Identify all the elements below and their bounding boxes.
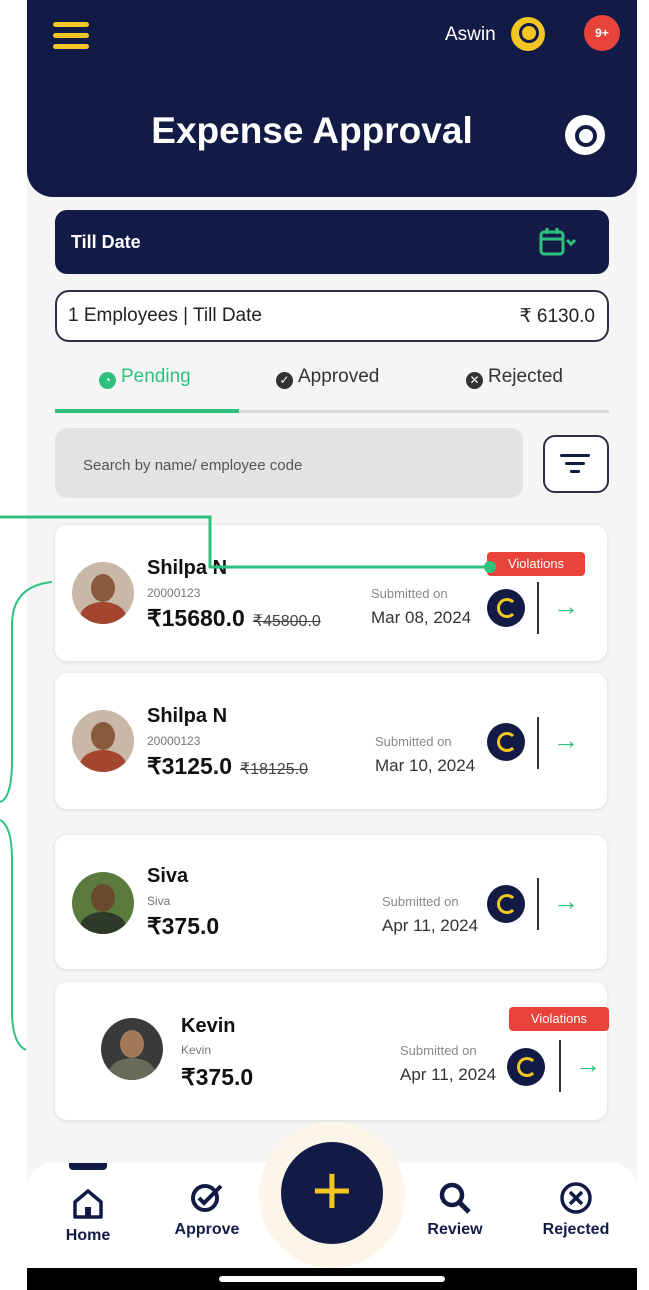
home-active-indicator <box>69 1163 107 1170</box>
expense-amount: ₹15680.0 ₹45800.0 <box>147 605 321 632</box>
avatar <box>72 710 134 772</box>
nav-home-label: Home <box>65 1227 111 1244</box>
summary-total: ₹ 6130.0 <box>519 306 595 327</box>
tab-rejected[interactable]: ✕ Rejected <box>466 366 563 389</box>
divider <box>537 582 539 634</box>
submitted-date: Mar 08, 2024 <box>371 608 472 627</box>
employee-name: Shilpa N <box>147 705 228 727</box>
add-button[interactable]: + <box>281 1142 383 1244</box>
clock-icon: ◔ <box>99 372 116 389</box>
search-icon <box>439 1182 471 1214</box>
employee-code: 20000123 <box>147 586 201 600</box>
gesture-handle[interactable] <box>219 1276 445 1282</box>
filter-icon-line <box>570 470 580 473</box>
submitted-date: Mar 10, 2024 <box>375 756 476 775</box>
violations-badge[interactable]: Violations <box>509 1007 609 1031</box>
amount-value: ₹3125.0 <box>147 753 232 779</box>
amount-value: ₹15680.0 <box>147 605 245 631</box>
employee-name: Shilpa N <box>147 557 228 579</box>
history-icon[interactable] <box>487 589 525 627</box>
avatar <box>101 1018 163 1080</box>
user-profile-icon[interactable] <box>511 17 545 51</box>
tab-active-indicator <box>55 409 239 413</box>
submitted-label: Submitted on <box>371 586 448 601</box>
submitted-label: Submitted on <box>375 734 452 749</box>
nav-approve-label: Approve <box>174 1221 240 1238</box>
x-circle-icon <box>560 1182 592 1214</box>
submitted-label: Submitted on <box>400 1043 477 1058</box>
submitted-label: Submitted on <box>382 894 459 909</box>
expense-card[interactable]: Kevin Kevin ₹375.0 Submitted on Apr 11, … <box>55 982 609 1120</box>
filter-icon <box>560 454 590 457</box>
expense-card[interactable]: Shilpa N 20000123 ₹3125.0 ₹18125.0 Submit… <box>55 673 607 809</box>
check-circle-icon: ✓ <box>276 372 293 389</box>
expense-card[interactable]: Siva Siva ₹375.0 Submitted on Apr 11, 20… <box>55 835 607 969</box>
tab-approved-label: Approved <box>298 366 380 387</box>
status-tabs: ◔ Pending ✓ Approved ✕ Rejected <box>55 360 609 416</box>
notification-badge[interactable]: 9+ <box>584 15 620 51</box>
search-placeholder: Search by name/ employee code <box>83 457 303 474</box>
date-filter-label: Till Date <box>71 232 141 252</box>
app-screen: Aswin 9+ Expense Approval Till Date 1 Em… <box>27 0 637 1290</box>
submitted-date: Apr 11, 2024 <box>382 916 479 935</box>
arrow-right-icon[interactable]: → <box>553 725 579 756</box>
nav-review-label: Review <box>427 1221 483 1238</box>
employee-code: Kevin <box>181 1043 212 1057</box>
nav-rejected[interactable]: Rejected <box>531 1181 621 1239</box>
original-amount: ₹45800.0 <box>252 613 321 630</box>
page-title: Expense Approval <box>151 110 473 151</box>
employee-code: 20000123 <box>147 734 201 748</box>
menu-icon[interactable] <box>53 22 91 50</box>
nav-home[interactable]: Home <box>57 1187 119 1245</box>
date-filter-dropdown[interactable]: Till Date <box>55 210 609 274</box>
tab-pending[interactable]: ◔ Pending <box>99 366 191 389</box>
divider <box>559 1040 561 1092</box>
search-input[interactable]: Search by name/ employee code <box>55 428 523 498</box>
tab-underline <box>55 409 609 413</box>
original-amount: ₹18125.0 <box>239 761 308 778</box>
arrow-right-icon[interactable]: → <box>553 886 579 917</box>
tab-pending-label: Pending <box>121 366 191 387</box>
expense-card[interactable]: Shilpa N 20000123 ₹15680.0 ₹45800.0 Submi… <box>55 525 607 661</box>
tab-rejected-label: Rejected <box>488 366 563 387</box>
expense-amount: ₹375.0 <box>181 1064 254 1090</box>
divider <box>537 878 539 930</box>
avatar <box>72 562 134 624</box>
approve-check-icon <box>191 1184 223 1212</box>
tab-approved[interactable]: ✓ Approved <box>276 366 379 389</box>
user-name[interactable]: Aswin <box>445 24 496 46</box>
expense-amount: ₹375.0 <box>147 913 220 939</box>
arrow-right-icon[interactable]: → <box>575 1049 601 1080</box>
filter-button[interactable] <box>543 435 609 493</box>
violations-badge[interactable]: Violations <box>487 552 585 576</box>
nav-review[interactable]: Review <box>415 1181 495 1239</box>
nav-approve[interactable]: Approve <box>167 1181 247 1239</box>
refresh-icon[interactable] <box>565 115 605 155</box>
employee-name: Siva <box>147 865 189 887</box>
history-icon[interactable] <box>507 1048 545 1086</box>
summary-bar: 1 Employees | Till Date ₹ 6130.0 <box>55 290 609 342</box>
filter-icon-line <box>565 462 585 465</box>
employee-name: Kevin <box>181 1015 236 1037</box>
arrow-right-icon[interactable]: → <box>553 591 579 622</box>
x-circle-icon: ✕ <box>466 372 483 389</box>
divider <box>537 717 539 769</box>
employee-code: Siva <box>147 894 171 908</box>
avatar <box>72 872 134 934</box>
expense-amount: ₹3125.0 ₹18125.0 <box>147 753 308 780</box>
summary-employees: 1 Employees | Till Date <box>68 305 262 326</box>
calendar-icon <box>539 228 577 256</box>
header: Aswin 9+ Expense Approval <box>27 0 637 197</box>
history-icon[interactable] <box>487 723 525 761</box>
history-icon[interactable] <box>487 885 525 923</box>
system-bar <box>27 1268 637 1290</box>
home-icon <box>73 1189 103 1219</box>
submitted-date: Apr 11, 2024 <box>400 1065 497 1084</box>
nav-rejected-label: Rejected <box>542 1221 610 1238</box>
